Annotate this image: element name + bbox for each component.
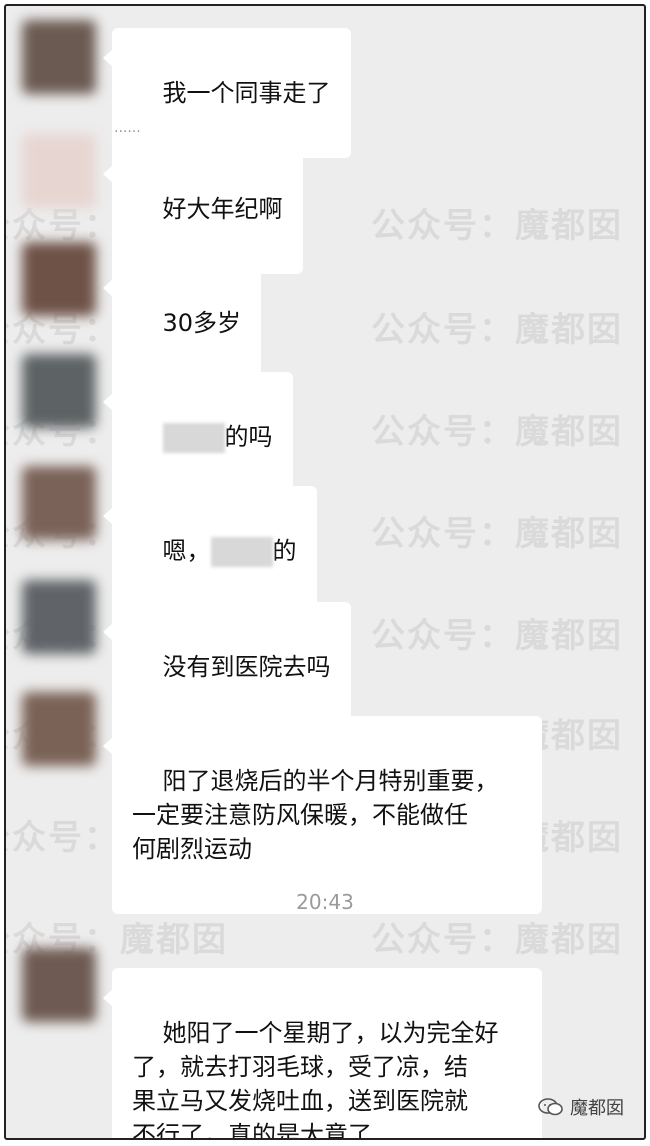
message-bubble[interactable]: 阳了退烧后的半个月特别重要， 一定要注意防风保暖，不能做任 何剧烈运动 <box>103 716 542 914</box>
watermark: 公众号：魔都囡 <box>371 514 623 554</box>
message-bubble[interactable]: 嗯， 的 <box>103 486 317 616</box>
avatar[interactable] <box>22 354 96 428</box>
watermark: 公众号：魔都囡 <box>371 920 623 960</box>
message-text: 好大年纪啊 <box>162 195 283 223</box>
avatar[interactable] <box>22 948 96 1022</box>
watermark: 公众号：魔都囡 <box>371 616 623 656</box>
redacted-text <box>210 537 273 567</box>
avatar[interactable] <box>22 134 96 208</box>
watermark: 公众号：魔都囡 <box>371 412 623 452</box>
wechat-chat-icon <box>538 1098 563 1116</box>
chat-screen: 公众号：魔都囡 公众号：魔都囡 公众号：魔都囡 公众号：魔都囡 公众号：魔都囡 … <box>4 4 646 1140</box>
badge-text: 魔都囡 <box>570 1098 624 1119</box>
message-bubble[interactable]: 我一个同事走了 <box>103 28 351 158</box>
message-text: 的 <box>272 537 297 565</box>
message-text: 她阳了一个星期了，以为完全好 了，就去打羽毛球，受了凉，结 果立马又发烧吐血，送… <box>132 1019 499 1140</box>
message-bubble[interactable]: 她阳了一个星期了，以为完全好 了，就去打羽毛球，受了凉，结 果立马又发烧吐血，送… <box>103 968 542 1140</box>
message-text: 嗯， <box>162 537 211 565</box>
redacted-text <box>162 423 225 453</box>
message-bubble[interactable]: 好大年纪啊 <box>103 144 303 274</box>
message-bubble[interactable]: 的吗 <box>103 372 293 502</box>
avatar[interactable] <box>22 242 96 316</box>
time-separator: 20:43 <box>296 890 354 914</box>
watermark: 公众号：魔都囡 <box>371 206 623 246</box>
sender-name: ...... <box>114 120 141 136</box>
account-badge: 魔都囡 <box>538 1094 624 1120</box>
message-text: 的吗 <box>224 423 273 451</box>
message-text: 没有到医院去吗 <box>162 653 331 681</box>
watermark: 公众号：魔都囡 <box>371 310 623 350</box>
message-text: 30多岁 <box>162 309 242 337</box>
avatar[interactable] <box>22 20 96 94</box>
message-bubble[interactable]: 30多岁 <box>102 258 262 388</box>
avatar[interactable] <box>22 580 96 654</box>
avatar[interactable] <box>22 466 96 540</box>
message-text: 我一个同事走了 <box>162 79 331 107</box>
avatar[interactable] <box>22 692 96 766</box>
message-bubble[interactable]: 没有到医院去吗 <box>103 602 351 732</box>
message-text: 阳了退烧后的半个月特别重要， 一定要注意防风保暖，不能做任 何剧烈运动 <box>132 767 499 863</box>
